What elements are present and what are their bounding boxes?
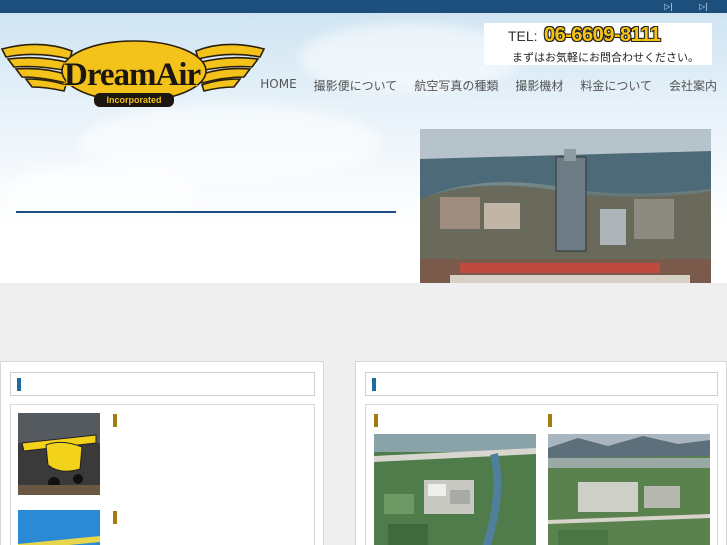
contact-box[interactable]: TEL: 06-6609-8111 まずはお気軽にお問合わせください。 xyxy=(484,23,712,65)
nav-item-home[interactable]: HOME xyxy=(260,77,296,94)
aircraft-panel xyxy=(0,361,324,545)
section-marker xyxy=(372,378,376,391)
play-skip-icon[interactable]: ▷| xyxy=(699,2,708,11)
entry-marker xyxy=(374,414,378,427)
aerial-thumbnail[interactable] xyxy=(548,434,710,545)
aircraft-thumbnail[interactable] xyxy=(18,510,100,545)
dreamair-logo[interactable]: DreamAir Incorporated xyxy=(0,29,266,109)
aerial-photo-panel xyxy=(355,361,727,545)
hero-aerial-photo xyxy=(420,129,711,283)
nav-item-equipment[interactable]: 撮影機材 xyxy=(515,77,563,94)
panel-header xyxy=(10,372,315,396)
entry-list xyxy=(10,404,315,545)
aircraft-thumbnail[interactable] xyxy=(18,413,100,495)
nav-item-pricing[interactable]: 料金について xyxy=(580,77,652,94)
top-bar: ▷| ▷| xyxy=(0,0,727,13)
nav-item-photo-types[interactable]: 航空写真の種類 xyxy=(414,77,498,94)
entry-marker xyxy=(113,414,117,427)
tel-label: TEL: xyxy=(508,28,538,44)
play-skip-icon[interactable]: ▷| xyxy=(664,2,673,11)
entry-marker xyxy=(113,511,117,524)
site-header: DreamAir Incorporated TEL: 06-6609-8111 … xyxy=(0,13,727,283)
panel-header xyxy=(365,372,718,396)
nav-item-flight[interactable]: 撮影便について xyxy=(314,77,398,94)
tel-number[interactable]: 06-6609-8111 xyxy=(544,24,661,47)
nav-item-company[interactable]: 会社案内 xyxy=(669,77,717,94)
aerial-thumbnail[interactable] xyxy=(374,434,536,545)
logo-subtitle: Incorporated xyxy=(94,93,174,107)
entry-marker xyxy=(548,414,552,427)
entry-grid xyxy=(365,404,718,545)
contact-note: まずはお気軽にお問合わせください。 xyxy=(512,51,699,64)
section-marker xyxy=(17,378,21,391)
logo-title: DreamAir xyxy=(64,57,201,93)
main-nav: HOME 撮影便について 航空写真の種類 撮影機材 料金について 会社案内 xyxy=(243,77,717,94)
hero-divider xyxy=(16,211,396,213)
